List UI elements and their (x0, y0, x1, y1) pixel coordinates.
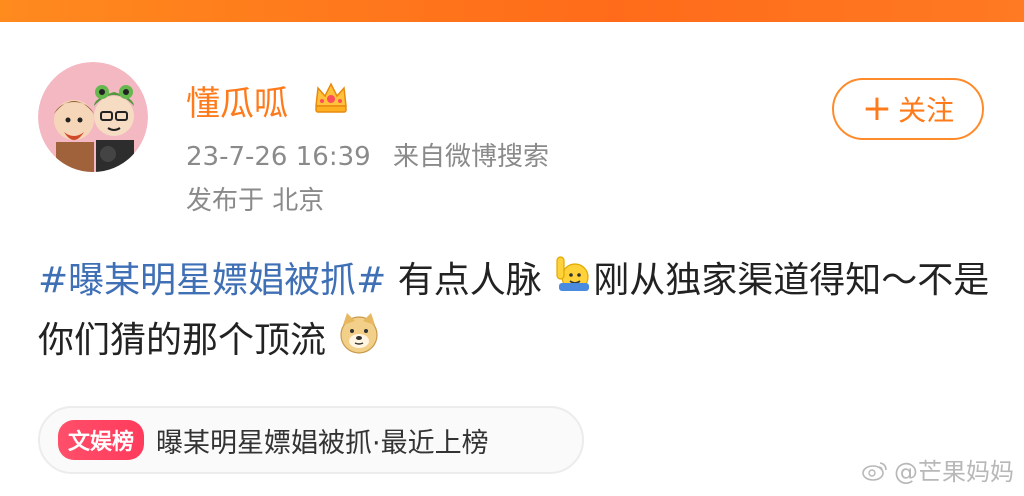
post-timestamp: 23-7-26 16:39 (186, 142, 371, 172)
follow-label: 关注 (898, 94, 955, 127)
hashtag-link[interactable]: #曝某明星嫖娼被抓# (38, 260, 386, 301)
username[interactable]: 懂瓜呱 (186, 76, 288, 125)
post-source: 来自微博搜索 (392, 142, 549, 172)
post-text-part1: 有点人脉 (386, 260, 542, 301)
plus-icon: + (861, 88, 893, 129)
post-content: #曝某明星嫖娼被抓# 有点人脉 刚从独家渠道得知～不是你们猜的那个顶流 (38, 252, 998, 373)
top-bar (0, 0, 1024, 22)
post-location: 发布于 北京 (186, 186, 325, 216)
watermark-text: @芒果妈妈 (894, 458, 1014, 486)
post-meta: 23-7-26 16:39 来自微博搜索 (186, 136, 549, 173)
doge-emoji-icon (337, 311, 381, 373)
topic-pill[interactable]: 文娱榜 曝某明星嫖娼被抓·最近上榜 (38, 406, 584, 474)
raising-hand-emoji-icon (553, 253, 593, 311)
crown-icon (312, 78, 350, 116)
avatar[interactable] (38, 62, 148, 172)
watermark: @芒果妈妈 (862, 452, 1014, 487)
topic-badge: 文娱榜 (58, 420, 145, 460)
weibo-icon (862, 461, 887, 481)
topic-label: 曝某明星嫖娼被抓·最近上榜 (156, 427, 489, 459)
follow-button[interactable]: + 关注 (832, 78, 984, 140)
